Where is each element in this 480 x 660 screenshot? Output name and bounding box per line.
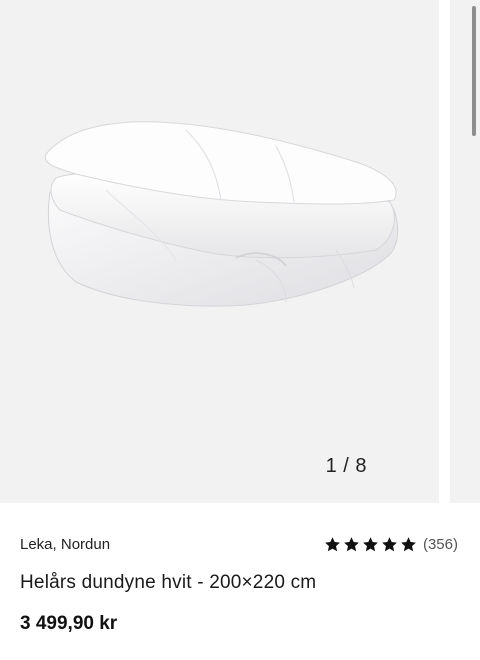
product-rating[interactable]: (356) [324,536,458,553]
scrollbar-thumb[interactable] [472,6,476,136]
star-icon [344,537,359,552]
product-vendor[interactable]: Leka, Nordun [20,536,110,553]
product-price: 3 499,90 kr [20,613,118,634]
gallery-slide-current[interactable]: 1 / 8 [0,0,439,503]
star-icon [363,537,378,552]
rating-count: (356) [422,536,458,553]
product-title[interactable]: Helårs dundyne hvit - 200×220 cm [20,572,316,594]
product-image-gallery[interactable]: 1 / 8 [0,0,480,503]
star-icon [325,537,340,552]
product-meta-row: Leka, Nordun (356) [20,536,458,553]
star-icon [401,537,416,552]
gallery-counter: 1 / 8 [325,455,367,477]
product-info: Leka, Nordun (356) Helårs dundyne hvit -… [0,503,480,660]
duvet-image [44,121,399,307]
star-icon [382,537,397,552]
rating-stars [324,536,417,553]
